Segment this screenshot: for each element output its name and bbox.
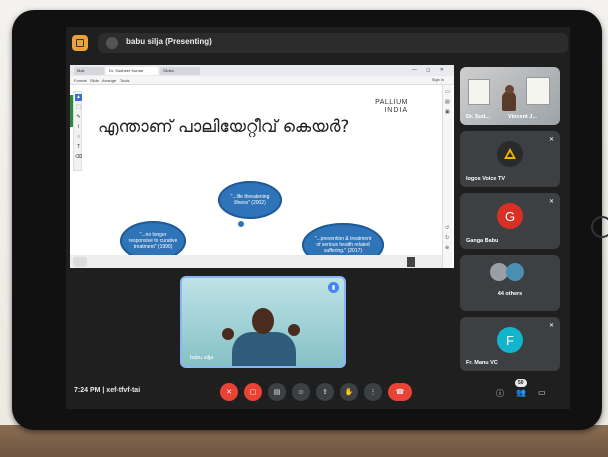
top-bar: babu silja (Presenting) (66, 27, 570, 59)
slide-title: എന്താണ് പാലിയേറ്റീവ് കെയർ? (98, 117, 350, 137)
present-icon[interactable]: ⇪ (316, 383, 334, 401)
others-count: 44 others (497, 291, 523, 297)
definition-cloud-2002: "...life threatening illness" (2002) (218, 181, 282, 219)
self-view-tile[interactable]: ▮ babu silja (180, 276, 346, 368)
shape-tool-icon[interactable]: ○ (75, 134, 82, 141)
browser-tab-bar: Mail Dr. Sudheer Kumar Slides — ◻ ✕ (70, 65, 454, 76)
mic-off-icon[interactable]: ✕ (220, 383, 238, 401)
presenter-avatar (106, 37, 118, 49)
participant-tile-logos-voice-tv[interactable]: ✕ logos Voice TV (460, 131, 560, 187)
raise-hand-icon[interactable]: ✋ (340, 383, 358, 401)
recording-indicator (407, 257, 415, 267)
menu-item[interactable]: Slide (90, 78, 99, 83)
shared-screen: Mail Dr. Sudheer Kumar Slides — ◻ ✕ Form… (70, 65, 454, 268)
cursor-tool-icon[interactable]: ▲ (75, 94, 82, 101)
window-controls[interactable]: — ◻ ✕ (412, 67, 448, 73)
logos-logo (497, 141, 523, 167)
speaker-head (252, 308, 274, 334)
undo-icon[interactable]: ↺ (445, 225, 449, 231)
layout-icon[interactable]: ▤ (445, 99, 450, 105)
camera-off-icon[interactable]: ▢ (244, 383, 262, 401)
avatar: F (497, 327, 523, 353)
browser-tab[interactable]: Dr. Sudheer Kumar (106, 67, 158, 75)
pallium-india-logo: PALLIUM INDIA (368, 99, 408, 115)
slide-footer (70, 255, 442, 268)
text-tool-icon[interactable]: T (75, 144, 82, 151)
participant-name: logos Voice TV (466, 176, 506, 182)
cloud-tail (238, 221, 244, 227)
participant-tile-ganga-babu[interactable]: G ✕ Ganga Babu (460, 193, 560, 249)
mic-muted-icon: ✕ (548, 199, 554, 205)
captions-icon[interactable]: ▤ (268, 383, 286, 401)
home-button[interactable] (591, 216, 608, 238)
self-view-name: babu silja (190, 355, 214, 361)
speaker-hand (288, 324, 300, 336)
speaker-body (232, 332, 296, 366)
participant-name-secondary: Vincent J... (508, 114, 537, 120)
menu-item[interactable]: Arrange (102, 78, 116, 83)
mic-muted-icon: ✕ (548, 137, 554, 143)
emoji-icon[interactable]: ☺ (292, 383, 310, 401)
participant-tile-fr-manu[interactable]: F ✕ Fr. Manu VC (460, 317, 560, 371)
zoom-icon[interactable]: ⊕ (445, 245, 449, 251)
wall-frame (526, 77, 550, 105)
triangle-logo-icon (504, 148, 516, 159)
redo-icon[interactable]: ↻ (445, 235, 449, 241)
drawing-toolbar: ▲ ⬚ ✎ ⌇ ○ T ⌫ (73, 91, 82, 171)
wall-frame (468, 79, 490, 105)
participant-head (505, 85, 514, 94)
image-icon[interactable]: ▣ (445, 109, 450, 115)
cloud-text: "...no longer responsive to curative tre… (128, 232, 178, 250)
participant-name: Fr. Manu VC (466, 360, 498, 366)
participant-name: Ganga Babu (466, 238, 499, 244)
logo-line2: INDIA (384, 107, 408, 114)
people-icon[interactable]: 👥 (516, 388, 526, 397)
slide-thumbnail-button[interactable] (73, 257, 87, 267)
menu-item[interactable]: Tools (120, 78, 129, 83)
presenting-label: babu silja (Presenting) (126, 37, 212, 46)
eraser-tool-icon[interactable]: ⌫ (75, 154, 82, 161)
chat-icon[interactable]: ▭ (538, 388, 546, 397)
participant-name: Dr. Sud... (466, 114, 490, 120)
side-toolbar: ▭ ▤ ▣ ↺ ↻ ⊕ (442, 85, 452, 268)
select-tool-icon[interactable]: ⬚ (75, 104, 82, 111)
participant-tile-dr-sud[interactable]: Dr. Sud... Vincent J... (460, 67, 560, 125)
more-options-icon[interactable]: ⋮ (364, 383, 382, 401)
participant-count-badge: 50 (515, 379, 527, 387)
avatar: G (497, 203, 523, 229)
others-avatar-icon (506, 263, 524, 281)
cloud-text: "...life threatening illness" (2002) (230, 194, 270, 206)
pen-tool-icon[interactable]: ✎ (75, 114, 82, 121)
meeting-icon[interactable] (72, 35, 88, 51)
presenter-bar[interactable]: babu silja (Presenting) (98, 33, 568, 53)
speaker-hand (222, 328, 234, 340)
sign-in-link[interactable]: Sign in (432, 77, 444, 82)
photo-background: babu silja (Presenting) Mail Dr. Sudheer… (0, 0, 608, 457)
bottom-control-bar: 7:24 PM | xef-tfvf-tai ✕ ▢ ▤ ☺ ⇪ ✋ ⋮ ☎ ⓘ… (66, 375, 570, 409)
meet-screen: babu silja (Presenting) Mail Dr. Sudheer… (66, 27, 570, 409)
app-menu-bar: Format Slide Arrange Tools Sign in (70, 76, 454, 85)
mic-muted-icon: ✕ (548, 323, 554, 329)
speaking-indicator-icon: ▮ (328, 282, 339, 293)
browser-tab[interactable]: Mail (74, 67, 104, 75)
cloud-text: "...prevention & treatment of serious he… (314, 236, 372, 254)
menu-item[interactable]: Format (74, 78, 87, 83)
participant-tile-others[interactable]: 44 others (460, 255, 560, 311)
meeting-time-code: 7:24 PM | xef-tfvf-tai (74, 387, 141, 394)
participant-figure (502, 91, 516, 111)
highlighter-tool-icon[interactable]: ⌇ (75, 124, 82, 131)
browser-tab[interactable]: Slides (160, 67, 200, 75)
comment-icon[interactable]: ▭ (445, 89, 450, 95)
leave-call-icon[interactable]: ☎ (388, 383, 412, 401)
logo-line1: PALLIUM (375, 99, 408, 106)
info-icon[interactable]: ⓘ (496, 388, 504, 399)
